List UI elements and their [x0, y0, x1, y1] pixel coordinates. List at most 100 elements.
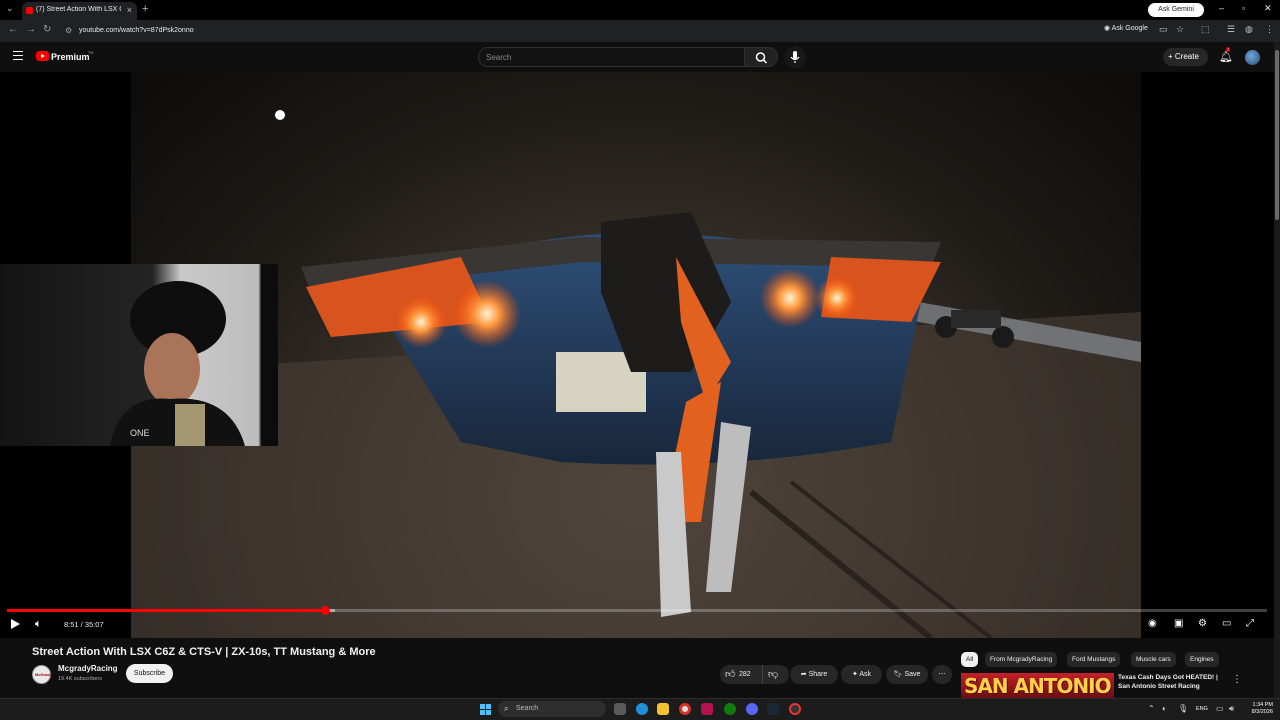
- create-label: Create: [1174, 52, 1199, 61]
- menu-icon[interactable]: [13, 51, 23, 60]
- discord-icon[interactable]: [746, 703, 758, 715]
- brand-label: Premium: [51, 52, 90, 62]
- create-button[interactable]: + Create: [1163, 48, 1208, 66]
- channel-name[interactable]: McgradyRacing: [58, 664, 118, 673]
- streamer-webcam-image: ONE: [110, 281, 245, 446]
- page-scrollbar[interactable]: [1274, 42, 1280, 698]
- fullscreen-icon[interactable]: ⤢: [1246, 618, 1254, 629]
- region-label: TH: [88, 50, 94, 55]
- new-tab-icon[interactable]: +: [142, 3, 148, 15]
- ask-gemini-button[interactable]: Ask Gemini: [1148, 3, 1204, 17]
- like-count[interactable]: 282: [739, 665, 751, 684]
- tab-search-menu-icon[interactable]: ⌄: [6, 3, 14, 14]
- captions-icon[interactable]: ▣: [1174, 618, 1183, 629]
- share-button[interactable]: ➦ Share: [790, 665, 838, 684]
- youtube-header: Premium TH Search + Create 🔔︎ 7: [0, 42, 1280, 72]
- volume-icon[interactable]: 🔈︎: [35, 618, 42, 631]
- clock[interactable]: 1:34 PM 8/3/2026: [1243, 702, 1273, 716]
- theater-mode-icon[interactable]: ▭: [1222, 618, 1231, 629]
- taskbar-search-label: Search: [516, 705, 539, 712]
- more-horizontal-icon: ⋯: [938, 671, 946, 678]
- browser-menu-icon[interactable]: ⋮: [1265, 24, 1274, 35]
- tray-mic-icon[interactable]: 🎙︎: [1178, 704, 1188, 713]
- reading-list-icon[interactable]: ☰: [1227, 24, 1235, 35]
- svg-text:ONE: ONE: [130, 428, 150, 438]
- scrubber-handle[interactable]: [320, 606, 330, 615]
- xbox-icon[interactable]: [724, 703, 736, 715]
- extensions-icon[interactable]: ⬚: [1201, 24, 1210, 35]
- ask-button[interactable]: ✦ Ask: [841, 665, 882, 684]
- ask-google-button[interactable]: ◉ Ask Google: [1104, 24, 1148, 32]
- video-player[interactable]: ONE 🔈︎ 8:51 / 35:07 ◉ ▣ ⚙ ▭ ⤢: [0, 72, 1274, 638]
- windows-taskbar: ⌕ Search ⌃ ◐ 🎙︎ ENG ▭ 🔊︎ 1:34 PM 8/3/202…: [0, 698, 1280, 720]
- bookmark-star-icon[interactable]: ☆: [1176, 24, 1184, 35]
- search-button[interactable]: [745, 47, 778, 67]
- restore-icon[interactable]: ▫: [1242, 3, 1245, 13]
- back-icon[interactable]: ←: [8, 24, 18, 35]
- youtube-logo-icon[interactable]: [36, 51, 49, 61]
- clock-date: 8/3/2026: [1251, 709, 1273, 715]
- account-avatar[interactable]: [1245, 50, 1260, 65]
- save-label: Save: [904, 671, 921, 678]
- taskbar-search-box[interactable]: ⌕ Search: [498, 701, 606, 717]
- video-frame[interactable]: [131, 72, 1141, 638]
- chip-all[interactable]: All: [961, 652, 979, 667]
- browser-toolbar: ← → ↻ ⚙ youtube.com/watch?v=87dPsk2onno …: [0, 20, 1280, 42]
- url-text: youtube.com/watch?v=87dPsk2onno: [79, 27, 194, 34]
- recommended-video-thumbnail[interactable]: SAN ANTONIO: [961, 673, 1114, 698]
- subscriber-count: 19.4K subscribers: [58, 676, 103, 682]
- network-icon[interactable]: ▭: [1216, 704, 1224, 713]
- profile-icon[interactable]: ◍: [1245, 24, 1253, 35]
- recommended-video-title[interactable]: Texas Cash Days Got HEATED! | San Antoni…: [1118, 673, 1228, 691]
- autoplay-toggle-icon[interactable]: ◉: [1148, 618, 1157, 629]
- webcam-overlay: ONE: [0, 264, 278, 446]
- play-icon[interactable]: [11, 619, 20, 629]
- tray-app-icon[interactable]: ◐: [1162, 704, 1167, 713]
- channel-avatar[interactable]: McGrady: [32, 665, 52, 684]
- microphone-icon: [790, 51, 800, 63]
- search-input[interactable]: Search: [478, 47, 745, 67]
- like-divider: [762, 665, 763, 684]
- windows-start-icon[interactable]: [480, 704, 491, 715]
- dislike-icon[interactable]: 👎︎: [768, 665, 778, 684]
- recommended-more-icon[interactable]: ⋮: [1232, 674, 1242, 685]
- window-close-icon[interactable]: ✕: [1264, 3, 1272, 14]
- speaker-icon[interactable]: 🔊︎: [1229, 704, 1234, 714]
- minimize-icon[interactable]: –: [1219, 3, 1224, 13]
- more-actions-button[interactable]: ⋯: [932, 665, 952, 684]
- task-view-icon[interactable]: [614, 703, 626, 715]
- steam-icon[interactable]: [767, 703, 779, 715]
- edge-browser-icon[interactable]: [636, 703, 648, 715]
- scrollbar-thumb[interactable]: [1275, 50, 1279, 220]
- language-indicator[interactable]: ENG: [1196, 706, 1208, 712]
- chip-ford-mustangs[interactable]: Ford Mustangs: [1067, 652, 1121, 667]
- video-scene-image: [131, 110, 1141, 638]
- address-bar[interactable]: ⚙ youtube.com/watch?v=87dPsk2onno: [60, 23, 1096, 39]
- like-icon[interactable]: 👍︎: [725, 665, 735, 684]
- settings-gear-icon[interactable]: ⚙: [1198, 618, 1207, 629]
- notifications-bell-icon[interactable]: 🔔︎: [1219, 50, 1233, 63]
- like-dislike-group: 👍︎ 282 👎︎: [720, 665, 789, 684]
- tray-chevron-icon[interactable]: ⌃: [1148, 704, 1155, 713]
- chip-muscle-cars[interactable]: Muscle cars: [1131, 652, 1176, 667]
- save-button[interactable]: 🔖︎ Save: [886, 665, 928, 684]
- youtube-favicon-icon: [26, 7, 33, 14]
- obs-icon[interactable]: [789, 703, 801, 715]
- browser-tab-active[interactable]: (7) Street Action With LSX C6Z ×: [22, 2, 137, 20]
- voice-search-button[interactable]: [784, 46, 806, 68]
- chip-engines[interactable]: Engines: [1185, 652, 1219, 667]
- forward-icon[interactable]: →: [26, 24, 36, 35]
- subscribe-button[interactable]: Subscribe: [126, 664, 173, 683]
- tab-close-icon[interactable]: ×: [127, 5, 132, 15]
- cast-icon[interactable]: ▭: [1159, 24, 1168, 35]
- acrobat-icon[interactable]: [701, 703, 713, 715]
- chip-from-mcgradyracing[interactable]: From McgradyRacing: [985, 652, 1058, 667]
- chrome-icon[interactable]: [679, 703, 691, 715]
- site-info-icon[interactable]: ⚙: [65, 26, 72, 35]
- bookmark-icon: 🔖︎: [893, 671, 903, 678]
- clock-time: 1:34 PM: [1252, 702, 1273, 708]
- reload-icon[interactable]: ↻: [43, 24, 51, 35]
- file-explorer-icon[interactable]: [657, 703, 669, 715]
- progress-bar[interactable]: [7, 606, 1267, 615]
- sparkle-icon: ✦: [851, 671, 858, 678]
